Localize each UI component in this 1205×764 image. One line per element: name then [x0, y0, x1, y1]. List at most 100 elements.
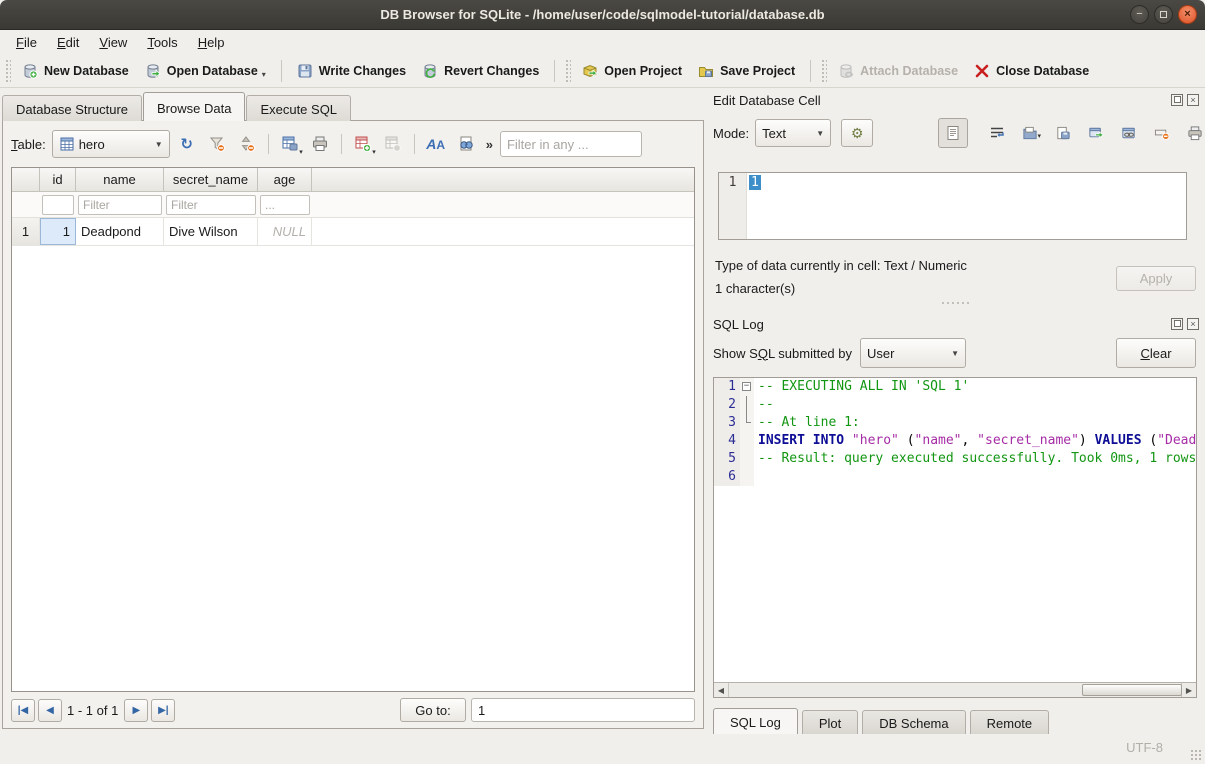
tab-execute-sql[interactable]: Execute SQL — [246, 95, 351, 121]
tab-browse-data[interactable]: Browse Data — [143, 92, 245, 121]
cell-name[interactable]: Deadpond — [76, 218, 164, 245]
print-table-button[interactable] — [307, 131, 333, 157]
scroll-left-arrow[interactable]: ◀ — [714, 683, 729, 697]
edit-display-format-button[interactable]: AA — [423, 131, 449, 157]
save-table-button[interactable]: ▾ — [277, 131, 303, 157]
previous-record-button[interactable]: ◀ — [38, 699, 62, 722]
sql-statement-text: INSERT INTO "hero" ("name", "secret_name… — [754, 432, 1196, 450]
export-to-file-icon[interactable] — [1055, 125, 1071, 141]
resize-grip[interactable] — [1190, 749, 1203, 762]
edit-cell-title: Edit Database Cell — [713, 93, 821, 108]
menu-tools[interactable]: Tools — [137, 32, 187, 53]
table-select[interactable]: hero ▼ — [52, 130, 170, 158]
delete-record-button[interactable] — [380, 131, 406, 157]
menu-view[interactable]: View — [89, 32, 137, 53]
mode-select[interactable]: Text ▼ — [755, 119, 831, 147]
sql-log-editor[interactable]: 1−-- EXECUTING ALL IN 'SQL 1'2--3-- At l… — [713, 377, 1197, 698]
close-button[interactable]: × — [1178, 5, 1197, 24]
column-header-secret-name[interactable]: secret_name — [164, 168, 258, 191]
revert-changes-button[interactable]: Revert Changes — [414, 58, 547, 84]
fold-collapse-icon[interactable]: − — [742, 382, 751, 391]
save-table-icon — [281, 135, 299, 153]
scrollbar-thumb[interactable] — [1082, 684, 1182, 696]
first-record-button[interactable]: |◀ — [11, 699, 35, 722]
edit-cell-dock-titlebar[interactable]: Edit Database Cell × — [713, 90, 1199, 110]
refresh-button[interactable]: ↻ — [174, 131, 200, 157]
text-mode-toggle-button[interactable] — [938, 118, 968, 148]
show-sql-select[interactable]: User ▼ — [860, 338, 966, 368]
set-null-icon[interactable] — [1154, 125, 1170, 141]
menu-file[interactable]: File — [6, 32, 47, 53]
open-in-external-icon[interactable] — [1088, 125, 1104, 141]
cell-id[interactable]: 1 — [40, 218, 76, 245]
goto-input[interactable] — [471, 698, 695, 722]
toolbar-handle[interactable] — [821, 59, 827, 83]
filter-input-id[interactable] — [42, 195, 74, 215]
fold-margin[interactable]: − — [740, 378, 754, 396]
row-header[interactable]: 1 — [12, 218, 40, 245]
close-database-icon — [974, 63, 990, 79]
cell-editor[interactable]: 1 1 — [718, 172, 1187, 240]
document-icon — [945, 125, 961, 141]
maximize-button[interactable] — [1154, 5, 1173, 24]
open-database-dropdown-icon[interactable]: ▾ — [262, 70, 266, 79]
filter-input-name[interactable] — [78, 195, 162, 215]
close-dock-icon[interactable]: × — [1187, 94, 1199, 106]
tab-plot[interactable]: Plot — [802, 710, 858, 735]
find-in-table-button[interactable] — [453, 131, 479, 157]
tab-database-structure[interactable]: Database Structure — [2, 95, 142, 121]
menu-edit[interactable]: Edit — [47, 32, 89, 53]
sql-statement-text: -- — [754, 396, 774, 414]
attach-database-button[interactable]: Attach Database — [830, 58, 966, 84]
auto-apply-button[interactable]: ⚙ — [841, 119, 873, 147]
minimize-button[interactable]: − — [1130, 5, 1149, 24]
toolbar-handle[interactable] — [565, 59, 571, 83]
filter-any-input[interactable] — [500, 131, 642, 157]
clear-sorting-button[interactable] — [234, 131, 260, 157]
grid-corner-header[interactable] — [12, 168, 40, 191]
new-database-button[interactable]: New Database — [14, 58, 137, 84]
edit-cell-toolbar: Mode: Text ▼ ⚙ ▾ — [713, 118, 1199, 148]
link-icon[interactable] — [1121, 125, 1137, 141]
filter-input-age[interactable] — [260, 195, 310, 215]
clear-log-button[interactable]: Clear — [1116, 338, 1196, 368]
column-header-name[interactable]: name — [76, 168, 164, 191]
open-database-button[interactable]: Open Database ▾ — [137, 58, 274, 84]
float-dock-icon[interactable] — [1171, 94, 1183, 106]
import-from-file-icon[interactable]: ▾ — [1022, 125, 1038, 141]
horizontal-scrollbar[interactable]: ◀ ▶ — [714, 682, 1196, 697]
dock-tab-bar: SQL Log Plot DB Schema Remote — [713, 708, 1053, 735]
apply-button[interactable]: Apply — [1116, 266, 1196, 291]
cell-age[interactable]: NULL — [258, 218, 312, 245]
tab-remote[interactable]: Remote — [970, 710, 1050, 735]
tab-sql-log[interactable]: SQL Log — [713, 708, 798, 735]
next-record-button[interactable]: ▶ — [124, 699, 148, 722]
clear-filters-button[interactable] — [204, 131, 230, 157]
scroll-right-arrow[interactable]: ▶ — [1181, 683, 1196, 697]
filter-input-secret-name[interactable] — [166, 195, 256, 215]
toolbar-handle[interactable] — [5, 59, 11, 83]
goto-button[interactable]: Go to: — [400, 698, 466, 722]
float-dock-icon[interactable] — [1171, 318, 1183, 330]
toolbar-overflow-button[interactable]: » — [483, 137, 496, 152]
tab-db-schema[interactable]: DB Schema — [862, 710, 965, 735]
revert-changes-icon — [422, 63, 438, 79]
cell-secret-name[interactable]: Dive Wilson — [164, 218, 258, 245]
column-header-id[interactable]: id — [40, 168, 76, 191]
word-wrap-icon[interactable] — [989, 125, 1005, 141]
dock-splitter-handle[interactable] — [705, 300, 1205, 306]
close-database-button[interactable]: Close Database — [966, 58, 1097, 84]
open-project-button[interactable]: Open Project — [574, 58, 690, 84]
browse-data-panel: Table: hero ▼ ↻ ▾ — [2, 120, 704, 729]
column-header-age[interactable]: age — [258, 168, 312, 191]
save-project-button[interactable]: Save Project — [690, 58, 803, 84]
menu-help[interactable]: Help — [188, 32, 235, 53]
print-cell-icon[interactable] — [1187, 125, 1203, 141]
close-dock-icon[interactable]: × — [1187, 318, 1199, 330]
write-changes-button[interactable]: Write Changes — [289, 58, 414, 84]
last-record-button[interactable]: ▶| — [151, 699, 175, 722]
insert-record-button[interactable]: ▾ — [350, 131, 376, 157]
maximize-icon — [1160, 11, 1167, 18]
sql-log-dock-titlebar[interactable]: SQL Log × — [713, 314, 1199, 334]
title-bar[interactable]: DB Browser for SQLite - /home/user/code/… — [0, 0, 1205, 30]
